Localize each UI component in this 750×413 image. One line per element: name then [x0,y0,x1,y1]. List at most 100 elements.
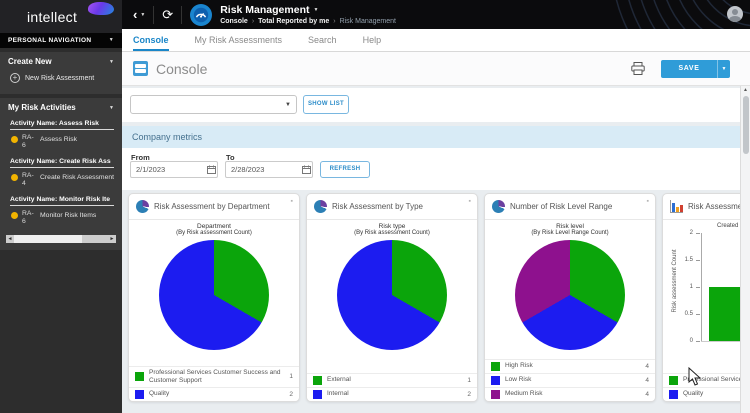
tab-console[interactable]: Console [133,29,169,51]
legend-swatch [669,390,678,399]
y-tick: 2 [677,230,693,236]
legend-swatch [135,390,144,399]
from-date-input[interactable] [130,161,218,178]
chevron-down-icon: ▼ [313,7,318,13]
card-risk-assessment-by-department: ▪ Risk Assessment by Department Departme… [128,193,300,402]
create-new-header[interactable]: Create New ▼ [0,52,122,69]
chart-subtitle: (By Risk assessment Count) [307,230,477,236]
status-dot-icon [11,174,18,181]
legend-label: External [327,376,462,384]
legend-item[interactable]: Quality [663,387,750,401]
tab-bar: Console My Risk Assessments Search Help [122,29,750,52]
legend-item[interactable]: Internal 2 [307,387,477,401]
to-date-input[interactable] [225,161,313,178]
chart-legend: High Risk 4 Low Risk 4 Medium Risk 4 [485,359,655,401]
content-vertical-scrollbar[interactable]: ▲ [740,86,750,413]
legend-count: 4 [645,391,649,398]
chevron-down-icon: ▼ [109,105,114,111]
breadcrumb: Console › Total Reported by me › Risk Ma… [220,18,396,25]
scrollbar-thumb[interactable] [743,96,749,154]
card-header: Number of Risk Level Range [485,194,655,220]
scroll-left-icon[interactable]: ◄ [6,235,14,243]
tab-my-risk-assessments[interactable]: My Risk Assessments [195,29,283,51]
legend-item[interactable]: Professional Services Customer Success a… [129,366,299,387]
sidebar-horizontal-scrollbar[interactable]: ◄ ► [6,235,116,243]
chevron-down-icon: ▼ [109,33,114,48]
pie-chart[interactable] [159,240,269,350]
activity-group-header: Activity Name: Create Risk Ass [10,158,114,168]
new-risk-assessment-label: New Risk Assessment [25,75,94,82]
status-dot-icon [11,136,18,143]
tab-help[interactable]: Help [363,29,382,51]
scroll-right-icon[interactable]: ► [108,235,116,243]
breadcrumb-current: Risk Management [340,18,396,25]
app-title-dropdown[interactable]: Risk Management ▼ [220,4,396,16]
activity-label: Create Risk Assessment [40,172,114,183]
tab-search[interactable]: Search [308,29,337,51]
chart-legend: Professional Services Customer Success a… [129,366,299,401]
save-dropdown-button[interactable]: ▼ [717,60,730,78]
card-title: Risk Assessment by Type [332,202,423,212]
y-tick: 1.5 [677,257,693,263]
pie-chart-icon [492,200,505,213]
breadcrumb-separator: › [333,18,335,25]
legend-item[interactable]: Quality 2 [129,387,299,401]
legend-count: 4 [645,363,649,370]
activity-label: Monitor Risk Items [40,210,96,221]
personal-navigation-dropdown[interactable]: PERSONAL NAVIGATION ▼ [0,33,122,48]
calendar-icon[interactable] [207,165,216,174]
breadcrumb-separator: › [252,18,254,25]
scrollbar-thumb[interactable] [14,235,82,243]
sidebar: intellect PERSONAL NAVIGATION ▼ Create N… [0,0,122,413]
bar-chart-annotation: Created [717,223,738,229]
show-list-button[interactable]: SHOW LIST [303,95,349,114]
report-select[interactable]: ▼ [130,95,297,114]
card-menu-icon[interactable]: ▪ [291,198,293,205]
report-filter-panel: ▼ SHOW LIST [122,88,740,122]
chevron-down-icon: ▼ [140,12,145,18]
risk-management-app-icon[interactable] [190,4,212,26]
activity-item-monitor-risk-items[interactable]: RA-6 Monitor Risk Items [0,206,122,229]
pie-chart[interactable] [337,240,447,350]
legend-item[interactable]: Low Risk 4 [485,373,655,387]
chart-subtitle: (By Risk assessment Count) [129,230,299,236]
legend-item[interactable]: Medium Risk 4 [485,387,655,401]
decorative-arcs [520,0,750,29]
new-risk-assessment-button[interactable]: + New Risk Assessment [0,69,122,89]
chart-legend: External 1 Internal 2 [307,373,477,401]
card-header: Risk Assessment by Department [129,194,299,220]
back-chevron-icon: ‹ [133,8,137,21]
chart-title: Risk level [485,223,655,230]
refresh-icon[interactable]: ⟳ [162,8,173,21]
intellect-logo-icon [88,2,114,15]
calendar-icon[interactable] [302,165,311,174]
card-menu-icon[interactable]: ▪ [647,198,649,205]
scroll-up-icon[interactable]: ▲ [741,87,750,93]
intellect-logo-text: intellect [27,9,77,25]
my-risk-activities-header[interactable]: My Risk Activities ▼ [0,98,122,115]
activity-group-header: Activity Name: Assess Risk [10,120,114,130]
refresh-button[interactable]: REFRESH [320,161,370,178]
pie-chart[interactable] [515,240,625,350]
print-icon[interactable] [631,62,645,75]
card-menu-icon[interactable]: ▪ [469,198,471,205]
legend-item[interactable]: High Risk 4 [485,359,655,373]
save-button[interactable]: SAVE [661,60,717,78]
breadcrumb-total-reported[interactable]: Total Reported by me [258,18,329,25]
legend-item[interactable]: Professional Services Customer Support [663,373,750,387]
y-tick: 0 [677,338,693,344]
legend-swatch [313,390,322,399]
user-avatar[interactable] [727,6,743,22]
card-risk-assessment-by-department-bar: Risk Assessment by Department Created Ri… [662,193,750,402]
company-metrics-panel: Company metrics From To REFRESH [122,126,740,190]
y-tick: 1 [677,284,693,290]
legend-count: 2 [289,391,293,398]
legend-item[interactable]: External 1 [307,373,477,387]
activity-item-assess-risk[interactable]: RA-6 Assess Risk [0,130,122,153]
legend-swatch [313,376,322,385]
activity-item-create-risk-assessment[interactable]: RA-4 Create Risk Assessment [0,168,122,191]
back-button[interactable]: ‹ ▼ [133,8,145,21]
page-title-bar: Console SAVE ▼ [122,52,750,86]
card-header: Risk Assessment by Type [307,194,477,220]
breadcrumb-console[interactable]: Console [220,18,248,25]
